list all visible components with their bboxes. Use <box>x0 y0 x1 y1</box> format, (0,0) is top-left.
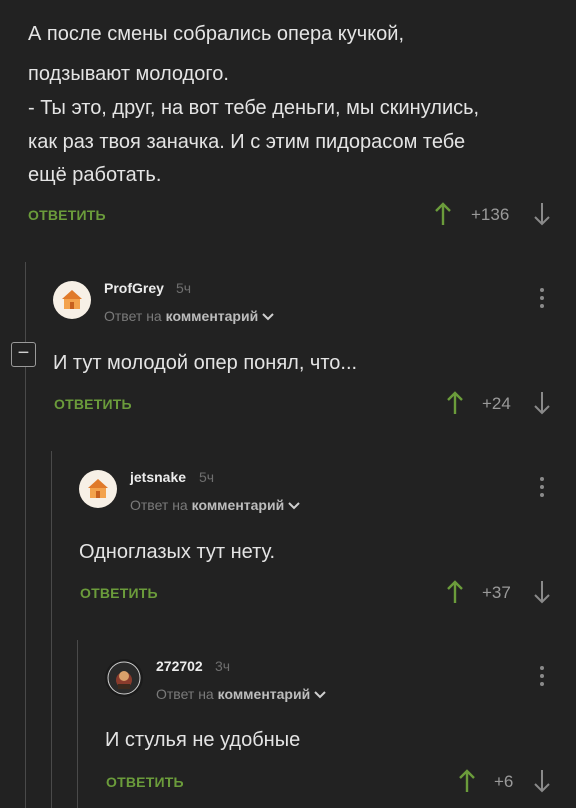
rating-count: +136 <box>471 205 510 224</box>
avatar[interactable] <box>105 659 143 697</box>
thread-line-3 <box>77 640 78 808</box>
downvote-arrow-icon[interactable] <box>533 202 551 226</box>
username[interactable]: ProfGrey <box>104 280 164 296</box>
reply-to-link[interactable]: Ответ на комментарий <box>104 308 274 324</box>
comment-text-line: ещё работать. <box>28 164 162 186</box>
comment-text-line: подзывают молодого. <box>28 63 229 85</box>
collapse-thread-button[interactable]: − <box>11 342 36 367</box>
comment-time: 5ч <box>176 280 192 296</box>
rating-count: +24 <box>482 394 511 413</box>
upvote-arrow-icon[interactable] <box>446 580 464 604</box>
reply-to-link[interactable]: Ответ на комментарий <box>156 686 326 702</box>
rating-count: +37 <box>482 583 511 602</box>
reply-to-prefix: Ответ на <box>130 497 188 513</box>
reply-button[interactable]: ОТВЕТИТЬ <box>80 585 158 601</box>
upvote-arrow-icon[interactable] <box>446 391 464 415</box>
comment-text-line: как раз твоя заначка. И с этим пидорасом… <box>28 131 466 153</box>
reply-to-prefix: Ответ на <box>104 308 162 324</box>
comment-text: Одноглазых тут нету. <box>79 541 276 563</box>
reply-to-target: комментарий <box>165 308 259 324</box>
comment-text: И тут молодой опер понял, что... <box>53 352 358 374</box>
chevron-down-icon <box>262 313 274 321</box>
avatar[interactable] <box>53 281 91 319</box>
comment-text-line: А после смены собрались опера кучкой, <box>28 23 405 45</box>
username[interactable]: jetsnake <box>130 469 186 485</box>
comment-time: 3ч <box>215 658 231 674</box>
reply-button[interactable]: ОТВЕТИТЬ <box>28 207 106 223</box>
reply-to-link[interactable]: Ответ на комментарий <box>130 497 300 513</box>
upvote-arrow-icon[interactable] <box>458 769 476 793</box>
more-options-icon[interactable] <box>540 288 544 312</box>
thread-line-2 <box>51 451 52 808</box>
more-options-icon[interactable] <box>540 666 544 690</box>
more-options-icon[interactable] <box>540 477 544 501</box>
downvote-arrow-icon[interactable] <box>533 769 551 793</box>
chevron-down-icon <box>314 691 326 699</box>
upvote-arrow-icon[interactable] <box>434 202 452 226</box>
downvote-arrow-icon[interactable] <box>533 580 551 604</box>
username[interactable]: 272702 <box>156 658 203 674</box>
reply-button[interactable]: ОТВЕТИТЬ <box>54 396 132 412</box>
reply-to-target: комментарий <box>217 686 311 702</box>
downvote-arrow-icon[interactable] <box>533 391 551 415</box>
comment-text-line: - Ты это, друг, на вот тебе деньги, мы с… <box>28 97 480 119</box>
reply-button[interactable]: ОТВЕТИТЬ <box>106 774 184 790</box>
rating-count: +6 <box>494 772 514 791</box>
collapse-icon: − <box>17 342 30 364</box>
comment-text: И стулья не удобные <box>105 729 301 751</box>
avatar[interactable] <box>79 470 117 508</box>
reply-to-target: комментарий <box>191 497 285 513</box>
comment-time: 5ч <box>199 469 215 485</box>
chevron-down-icon <box>288 502 300 510</box>
reply-to-prefix: Ответ на <box>156 686 214 702</box>
